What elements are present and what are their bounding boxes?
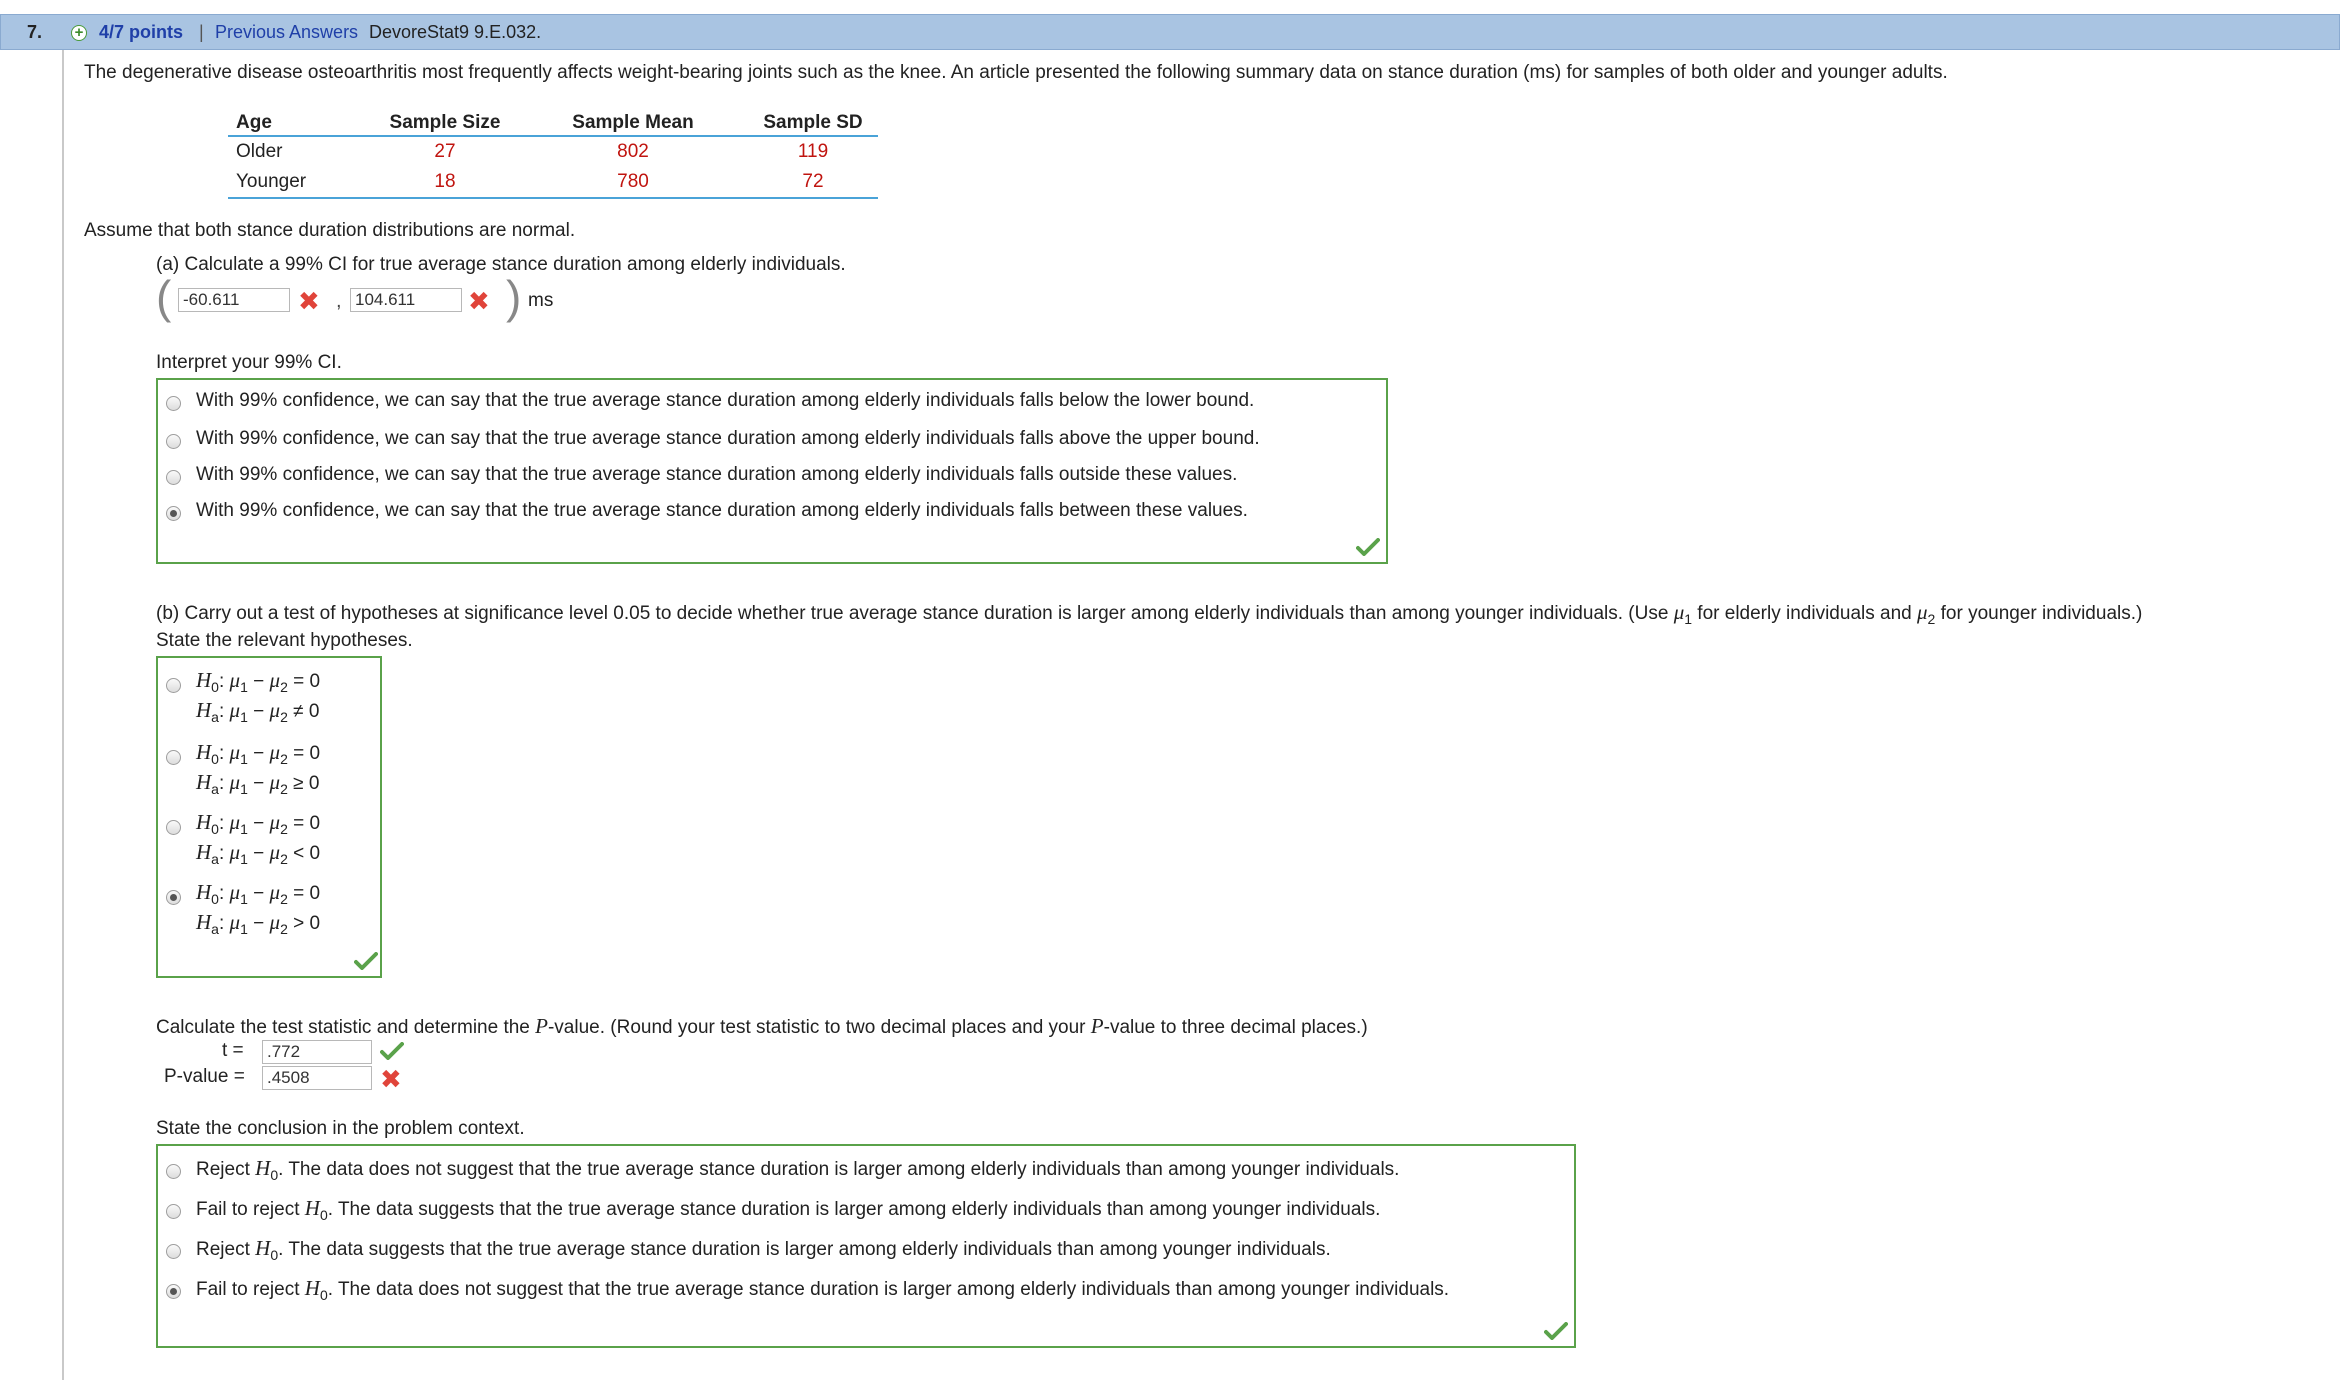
table-cell: 119 [797, 141, 829, 162]
header-separator: | [199, 21, 204, 42]
interpret-label: Interpret your 99% CI. [156, 352, 342, 373]
t-label: t = [222, 1040, 244, 1061]
conclusion-option[interactable]: Reject H0. The data does not suggest tha… [196, 1156, 1399, 1183]
summary-table: Age Sample Size Sample Mean Sample SD Ol… [228, 108, 878, 199]
table-header-cell: Sample Size [389, 112, 501, 133]
radio-button[interactable] [166, 470, 181, 485]
table-header-cell: Age [236, 112, 272, 133]
hypothesis-option[interactable]: H0: μ1 − μ2 = 0 [196, 810, 320, 837]
table-header-cell: Sample SD [763, 112, 863, 133]
conclusion-label: State the conclusion in the problem cont… [156, 1118, 525, 1139]
x-mark-icon: ✖ [380, 1064, 402, 1094]
table-row: Older 27 802 119 [228, 137, 878, 167]
assumption-text: Assume that both stance duration distrib… [84, 220, 576, 241]
radio-button[interactable] [166, 396, 181, 411]
radio-button[interactable] [166, 1244, 181, 1259]
part-b-prompt: (b) Carry out a test of hypotheses at si… [156, 600, 2143, 627]
previous-answers-link[interactable]: Previous Answers [215, 22, 358, 43]
hypothesis-option[interactable]: H0: μ1 − μ2 = 0 [196, 880, 320, 907]
x-mark-icon: ✖ [298, 286, 320, 316]
conclusion-option[interactable]: Fail to reject H0. The data does not sug… [196, 1276, 1449, 1303]
t-value-input[interactable] [262, 1040, 372, 1064]
interpret-options-box: With 99% confidence, we can say that the… [156, 378, 1388, 564]
open-paren: ( [156, 271, 172, 323]
ci-unit: ms [528, 290, 554, 311]
radio-button[interactable] [166, 678, 181, 693]
radio-button[interactable] [166, 434, 181, 449]
checkmark-icon [1356, 538, 1380, 556]
radio-button[interactable] [166, 820, 181, 835]
table-cell: Older [236, 141, 283, 162]
interpret-option[interactable]: With 99% confidence, we can say that the… [196, 464, 1237, 486]
problem-intro: The degenerative disease osteoarthritis … [84, 62, 1948, 83]
checkmark-icon [1544, 1322, 1568, 1340]
checkmark-icon [380, 1042, 404, 1060]
table-header-cell: Sample Mean [572, 112, 694, 133]
table-row: Younger 18 780 72 [228, 167, 878, 199]
conclusion-option[interactable]: Fail to reject H0. The data suggests tha… [196, 1196, 1380, 1223]
ci-upper-input[interactable] [350, 288, 462, 312]
hypothesis-option[interactable]: H0: μ1 − μ2 = 0 [196, 740, 320, 767]
checkmark-icon [354, 952, 378, 970]
interpret-option[interactable]: With 99% confidence, we can say that the… [196, 428, 1260, 450]
table-header-row: Age Sample Size Sample Mean Sample SD [228, 108, 878, 137]
part-a-prompt: (a) Calculate a 99% CI for true average … [156, 254, 846, 275]
hypotheses-label: State the relevant hypotheses. [156, 630, 413, 651]
problem-code: DevoreStat9 9.E.032. [369, 21, 542, 42]
hypothesis-option-ha: Ha: μ1 − μ2 ≥ 0 [196, 770, 320, 797]
table-cell: Younger [236, 171, 307, 192]
radio-button[interactable] [166, 1164, 181, 1179]
question-page: 7. + 4/7 points | Previous Answers Devor… [0, 0, 2340, 1380]
ci-comma: , [336, 290, 342, 312]
question-header: 7. + 4/7 points | Previous Answers Devor… [0, 14, 2340, 50]
hypotheses-options-box: H0: μ1 − μ2 = 0 Ha: μ1 − μ2 ≠ 0 H0: μ1 −… [156, 656, 382, 978]
conclusion-option[interactable]: Reject H0. The data suggests that the tr… [196, 1236, 1331, 1263]
radio-button[interactable] [166, 1204, 181, 1219]
left-divider [62, 50, 64, 1380]
hypothesis-option-ha: Ha: μ1 − μ2 < 0 [196, 840, 321, 867]
table-cell: 18 [434, 171, 456, 192]
radio-button[interactable] [166, 750, 181, 765]
interpret-option[interactable]: With 99% confidence, we can say that the… [196, 500, 1248, 522]
table-cell: 27 [434, 141, 456, 162]
conclusion-options-box: Reject H0. The data does not suggest tha… [156, 1144, 1576, 1348]
table-cell: 802 [617, 141, 649, 162]
interpret-option[interactable]: With 99% confidence, we can say that the… [196, 390, 1254, 412]
plus-circle-icon[interactable]: + [71, 25, 87, 41]
radio-button-selected[interactable] [166, 506, 181, 521]
close-paren: ) [506, 271, 522, 323]
table-cell: 72 [802, 171, 824, 192]
p-value-label: P-value = [164, 1066, 245, 1087]
hypothesis-option[interactable]: H0: μ1 − μ2 = 0 [196, 668, 320, 695]
points-link[interactable]: 4/7 points [99, 22, 183, 43]
p-value-input[interactable] [262, 1066, 372, 1090]
x-mark-icon: ✖ [468, 286, 490, 316]
question-number: 7. [27, 21, 43, 42]
ci-lower-input[interactable] [178, 288, 290, 312]
radio-button-selected[interactable] [166, 890, 181, 905]
test-statistic-prompt: Calculate the test statistic and determi… [156, 1014, 1368, 1038]
table-cell: 780 [617, 171, 649, 192]
hypothesis-option-ha: Ha: μ1 − μ2 > 0 [196, 910, 321, 937]
hypothesis-option-ha: Ha: μ1 − μ2 ≠ 0 [196, 698, 320, 725]
radio-button-selected[interactable] [166, 1284, 181, 1299]
